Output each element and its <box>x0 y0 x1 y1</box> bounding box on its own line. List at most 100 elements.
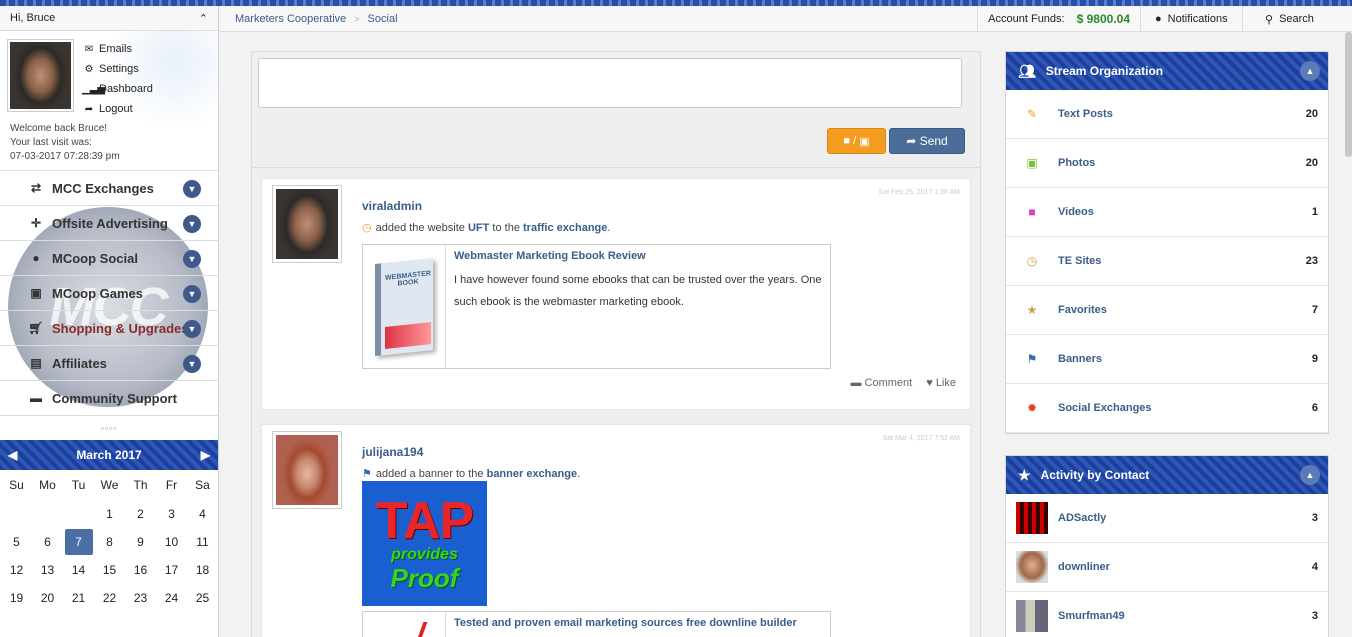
user-menu-settings[interactable]: ⚙ Settings <box>82 59 153 79</box>
post-username[interactable]: viraladmin <box>362 199 422 213</box>
calendar-day[interactable]: 4 <box>187 500 218 528</box>
comment-icon: ▬ <box>850 377 862 389</box>
calendar-day[interactable]: 23 <box>125 584 156 612</box>
calendar-dow: Mo <box>39 478 56 492</box>
page-scrollbar[interactable] <box>1345 32 1352 157</box>
stream-filter-social-exchanges[interactable]: ✹ Social Exchanges 6 <box>1006 384 1328 433</box>
media-button[interactable]: ■ / ▣ <box>827 128 886 154</box>
calendar-day[interactable]: 22 <box>94 584 125 612</box>
calendar-day[interactable]: 13 <box>32 556 63 584</box>
link-title[interactable]: Tested and proven email marketing source… <box>454 617 797 629</box>
calendar-day[interactable]: 10 <box>156 528 187 556</box>
clock-icon: ◷ <box>362 222 372 234</box>
panel-header: 👥︎ Stream Organization ▲ <box>1006 52 1328 90</box>
comment-button[interactable]: ▬ Comment <box>850 377 912 389</box>
contact-row[interactable]: downliner 4 <box>1006 543 1328 592</box>
account-funds: Account Funds: $ 9800.04 <box>977 6 1140 32</box>
post-avatar[interactable] <box>272 185 342 263</box>
stream-filter-text-posts[interactable]: ✎ Text Posts 20 <box>1006 90 1328 139</box>
stream-count: 20 <box>1305 108 1318 120</box>
user-menu-logout[interactable]: ➦ Logout <box>82 99 153 119</box>
chevron-left-icon[interactable]: ◀ <box>8 448 17 462</box>
chevron-down-icon[interactable]: ▼ <box>183 285 201 303</box>
calendar-day[interactable]: 21 <box>63 584 94 612</box>
calendar-dow: Tu <box>71 478 86 492</box>
nav-mcoop-social[interactable]: ● MCoop Social ▼ <box>0 241 218 276</box>
link-preview[interactable]: WEBMASTER BOOK Webmaster Marketing Ebook… <box>362 244 831 369</box>
stream-filter-favorites[interactable]: ★ Favorites 7 <box>1006 286 1328 335</box>
chevron-down-icon[interactable]: ▼ <box>183 180 201 198</box>
calendar-day[interactable]: 5 <box>1 528 32 556</box>
calendar-day[interactable]: 20 <box>32 584 63 612</box>
nav-community-support[interactable]: ▬ Community Support <box>0 381 218 416</box>
calendar-day[interactable]: 18 <box>187 556 218 584</box>
banner-image[interactable]: TAP provides Proof <box>362 481 487 606</box>
calendar-day[interactable]: 6 <box>32 528 63 556</box>
chevron-down-icon[interactable]: ▼ <box>183 355 201 373</box>
calendar-day[interactable]: 16 <box>125 556 156 584</box>
comment-icon: ▬ <box>30 391 42 405</box>
logout-icon: ➦ <box>84 103 94 115</box>
user-card: ✉ Emails ⚙ Settings ▁▃▅ Dashboard ➦ Logout W… <box>0 31 218 171</box>
user-menu: ✉ Emails ⚙ Settings ▁▃▅ Dashboard ➦ Logout <box>82 39 153 119</box>
post-username[interactable]: julijana194 <box>362 445 423 459</box>
link-thumbnail <box>363 612 446 637</box>
stream-filter-banners[interactable]: ⚑ Banners 9 <box>1006 335 1328 384</box>
calendar-month: March 2017 <box>76 448 142 462</box>
user-menu-emails[interactable]: ✉ Emails <box>82 39 153 59</box>
like-button[interactable]: ♥ Like <box>926 377 956 389</box>
contact-row[interactable]: Smurfman49 3 <box>1006 592 1328 637</box>
calendar-day[interactable]: 12 <box>1 556 32 584</box>
notifications-button[interactable]: ● Notifications <box>1140 6 1242 32</box>
star-icon: ★ <box>1026 303 1038 317</box>
nav-shopping-upgrades[interactable]: 🛒︎ Shopping & Upgrades ▼ <box>0 311 218 346</box>
stream-count: 6 <box>1311 402 1318 414</box>
sidebar-header[interactable]: Hi, Bruce ⌃ <box>0 6 218 31</box>
calendar-day[interactable]: 17 <box>156 556 187 584</box>
calendar-day[interactable]: 3 <box>156 500 187 528</box>
chevron-up-icon[interactable]: ⌃ <box>199 12 208 25</box>
post-item: viraladmin Sat Feb 25, 2017 1:36 AM ◷ add… <box>261 178 971 410</box>
post-input[interactable] <box>258 58 962 108</box>
calendar-day[interactable]: 14 <box>63 556 94 584</box>
calendar-day[interactable]: 25 <box>187 584 218 612</box>
chevron-up-icon[interactable]: ▲ <box>1300 61 1320 81</box>
calendar-day[interactable]: 15 <box>94 556 125 584</box>
chevron-right-icon[interactable]: ▶ <box>201 448 210 462</box>
stream-filter-te-sites[interactable]: ◷ TE Sites 23 <box>1006 237 1328 286</box>
user-menu-dashboard[interactable]: ▁▃▅ Dashboard <box>82 79 153 99</box>
flag-icon: ⚑ <box>1026 352 1038 366</box>
breadcrumb-current[interactable]: Social <box>368 13 398 25</box>
activity-by-contact-panel: ★ Activity by Contact ▲ ADSactly 3 downl… <box>1005 455 1329 637</box>
chevron-down-icon[interactable]: ▼ <box>183 215 201 233</box>
nav-offsite-advertising[interactable]: ✛ Offsite Advertising ▼ <box>0 206 218 241</box>
post-avatar[interactable] <box>272 431 342 509</box>
stream-filter-photos[interactable]: ▣ Photos 20 <box>1006 139 1328 188</box>
gear-icon: ⚙ <box>84 63 94 75</box>
chevron-up-icon[interactable]: ▲ <box>1300 465 1320 485</box>
calendar-day[interactable]: 9 <box>125 528 156 556</box>
calendar-day[interactable]: 19 <box>1 584 32 612</box>
nav-mcc-exchanges[interactable]: ⇄ MCC Exchanges ▼ <box>0 171 218 206</box>
breadcrumb-link-home[interactable]: Marketers Cooperative <box>235 13 346 25</box>
calendar-day[interactable]: 1 <box>94 500 125 528</box>
calendar-day[interactable]: 7 <box>63 528 94 556</box>
link-preview[interactable]: Tested and proven email marketing source… <box>362 611 831 637</box>
nav-mcoop-games[interactable]: ▣ MCoop Games ▼ <box>0 276 218 311</box>
avatar[interactable] <box>7 39 74 112</box>
greeting: Hi, Bruce <box>10 12 56 24</box>
sidebar-resize-handle[interactable]: ▫▫▫▫ <box>0 416 218 440</box>
calendar-today[interactable]: 7 <box>64 529 93 555</box>
stream-filter-videos[interactable]: ■ Videos 1 <box>1006 188 1328 237</box>
calendar-day[interactable]: 2 <box>125 500 156 528</box>
send-button[interactable]: ➦ Send <box>889 128 965 154</box>
calendar-day[interactable]: 11 <box>187 528 218 556</box>
calendar-day[interactable]: 24 <box>156 584 187 612</box>
nav-affiliates[interactable]: ▤ Affiliates ▼ <box>0 346 218 381</box>
chevron-down-icon[interactable]: ▼ <box>183 320 201 338</box>
link-title[interactable]: Webmaster Marketing Ebook Review <box>454 250 646 262</box>
chevron-down-icon[interactable]: ▼ <box>183 250 201 268</box>
contact-row[interactable]: ADSactly 3 <box>1006 494 1328 543</box>
search-button[interactable]: ⚲ Search <box>1242 6 1352 32</box>
calendar-day[interactable]: 8 <box>94 528 125 556</box>
